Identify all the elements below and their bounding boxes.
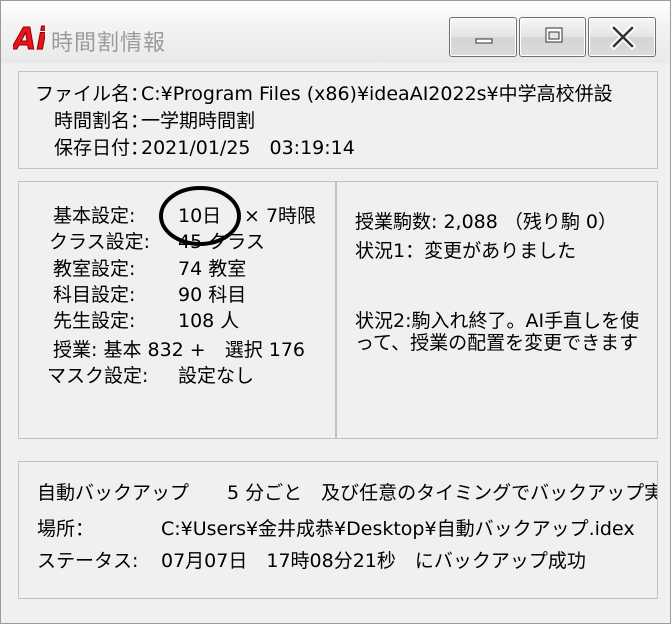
maximize-button[interactable] bbox=[519, 17, 586, 57]
file-name-label: ファイル名： bbox=[35, 83, 150, 105]
backup-status-value: 07月07日 17時08分21秒 にバックアップ成功 bbox=[161, 550, 586, 572]
status-1: 状況1：変更がありました bbox=[355, 240, 577, 262]
class-setting-label: クラス設定: bbox=[49, 231, 151, 253]
mask-setting-value: 設定なし bbox=[178, 365, 255, 387]
backup-location-label: 場所： bbox=[37, 518, 95, 540]
backup-schedule: 自動バックアップ 5 分ごと 及び任意のタイミングでバックアップ実行 bbox=[37, 482, 658, 504]
file-info-panel: ファイル名： C:¥Program Files (x86)¥ideaAI2022… bbox=[18, 71, 658, 169]
save-date-value: 2021/01/25 03:19:14 bbox=[141, 137, 355, 159]
minimize-button[interactable] bbox=[449, 17, 517, 57]
timetable-name-value: 一学期時間割 bbox=[141, 110, 256, 132]
file-name-value: C:¥Program Files (x86)¥ideaAI2022s¥中学高校併… bbox=[141, 83, 613, 105]
minimize-icon bbox=[475, 38, 493, 44]
window-title: 時間割情報 bbox=[51, 31, 167, 56]
backup-status-label: ステータス: bbox=[37, 550, 139, 572]
close-button[interactable] bbox=[588, 17, 656, 57]
subject-setting-label: 科目設定: bbox=[53, 284, 136, 306]
backup-location-value: C:¥Users¥金井成恭¥Desktop¥自動バックアップ.idex bbox=[161, 518, 635, 540]
highlight-circle bbox=[159, 186, 241, 246]
subject-setting-value: 90 科目 bbox=[178, 284, 247, 306]
teacher-setting-value: 108 人 bbox=[178, 310, 240, 332]
status-2: 状況2:駒入れ終了。AI手直しを使って、授業の配置を変更できます bbox=[355, 310, 640, 354]
room-setting-value: 74 教室 bbox=[178, 258, 247, 280]
timetable-info-window: Ai 時間割情報 ファイル名： C:¥Program Files (x86)¥i… bbox=[0, 0, 671, 624]
basic-setting-label: 基本設定: bbox=[53, 205, 136, 227]
app-icon-label: Ai bbox=[13, 22, 45, 55]
mask-setting-label: マスク設定: bbox=[47, 365, 149, 387]
maximize-icon bbox=[545, 27, 563, 43]
room-setting-label: 教室設定: bbox=[53, 258, 136, 280]
lesson-count: 授業: 基本 832 + 選択 176 bbox=[53, 339, 306, 361]
ai-app-icon: Ai bbox=[13, 22, 45, 56]
close-icon bbox=[609, 23, 637, 51]
timetable-name-label: 時間割名： bbox=[54, 110, 150, 132]
teacher-setting-label: 先生設定: bbox=[53, 310, 136, 332]
basic-setting-periods: × 7時限 bbox=[244, 205, 317, 227]
koma-count: 授業駒数: 2,088 （残り駒 0） bbox=[355, 211, 618, 233]
status-panel: 授業駒数: 2,088 （残り駒 0） 状況1：変更がありました 状況2:駒入れ… bbox=[336, 181, 658, 439]
title-bar[interactable]: Ai 時間割情報 bbox=[1, 1, 670, 63]
backup-panel: 自動バックアップ 5 分ごと 及び任意のタイミングでバックアップ実行 場所： C… bbox=[18, 461, 658, 599]
save-date-label: 保存日付： bbox=[54, 137, 150, 159]
